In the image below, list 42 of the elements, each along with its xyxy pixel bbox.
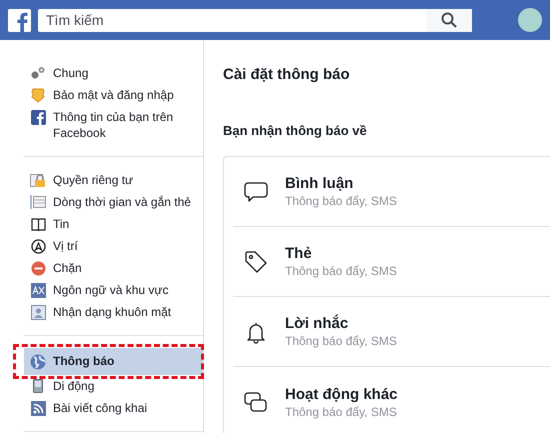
- gears-icon: [30, 66, 46, 80]
- globe-icon: [30, 354, 46, 370]
- book-icon: [30, 217, 46, 232]
- sidebar-item[interactable]: Vị trí: [24, 235, 203, 257]
- location-icon: [30, 239, 46, 254]
- page-title: Cài đặt thông báo: [223, 65, 351, 85]
- tag-icon: [243, 248, 269, 274]
- setting-title[interactable]: Lời nhắc: [285, 314, 397, 333]
- phone-icon: [33, 379, 43, 393]
- sidebar-item[interactable]: Chung: [24, 62, 203, 84]
- sidebar-item[interactable]: Bài viết công khai: [24, 397, 203, 419]
- sidebar-item[interactable]: Ngôn ngữ và khu vực: [24, 279, 203, 301]
- face-frame-icon: [30, 305, 46, 320]
- avatar[interactable]: [518, 8, 542, 32]
- search-icon: [441, 12, 457, 28]
- sidebar-item[interactable]: Nhận dạng khuôn mặt: [24, 301, 203, 323]
- blocked-icon: [30, 261, 46, 276]
- lock-icon: [30, 173, 46, 188]
- section-title: Bạn nhận thông báo về: [223, 123, 368, 139]
- setting-title[interactable]: Bình luận: [285, 174, 397, 193]
- sidebar-item[interactable]: Chặn: [24, 257, 203, 279]
- language-icon: [30, 283, 46, 298]
- sidebar-item[interactable]: Thông báo: [24, 348, 203, 375]
- setting-title[interactable]: Thẻ: [285, 244, 397, 263]
- search-button[interactable]: [426, 8, 472, 32]
- setting-description: Thông báo đẩy, SMS: [285, 404, 398, 420]
- shield-icon: [31, 88, 45, 103]
- sidebar-item[interactable]: Di động: [24, 375, 203, 397]
- timeline-icon: [30, 195, 46, 209]
- setting-title[interactable]: Hoạt động khác: [285, 384, 398, 404]
- setting-description: Thông báo đẩy, SMS: [285, 263, 397, 279]
- sidebar-item[interactable]: Dòng thời gian và gắn thẻ: [24, 191, 203, 213]
- search-field[interactable]: Tìm kiếm: [38, 8, 426, 32]
- sidebar-item[interactable]: Tin: [24, 213, 203, 235]
- sidebar-item[interactable]: Quyền riêng tư: [24, 169, 203, 191]
- setting-description: Thông báo đẩy, SMS: [285, 333, 397, 349]
- sidebar-item[interactable]: Bảo mật và đăng nhập: [24, 84, 203, 106]
- facebook-icon: [30, 110, 46, 125]
- setting-description: Thông báo đẩy, SMS: [285, 193, 397, 209]
- rss-icon: [30, 401, 46, 416]
- facebook-logo[interactable]: [8, 8, 31, 32]
- sidebar-item[interactable]: Thông tin của bạn trên Facebook: [24, 106, 203, 144]
